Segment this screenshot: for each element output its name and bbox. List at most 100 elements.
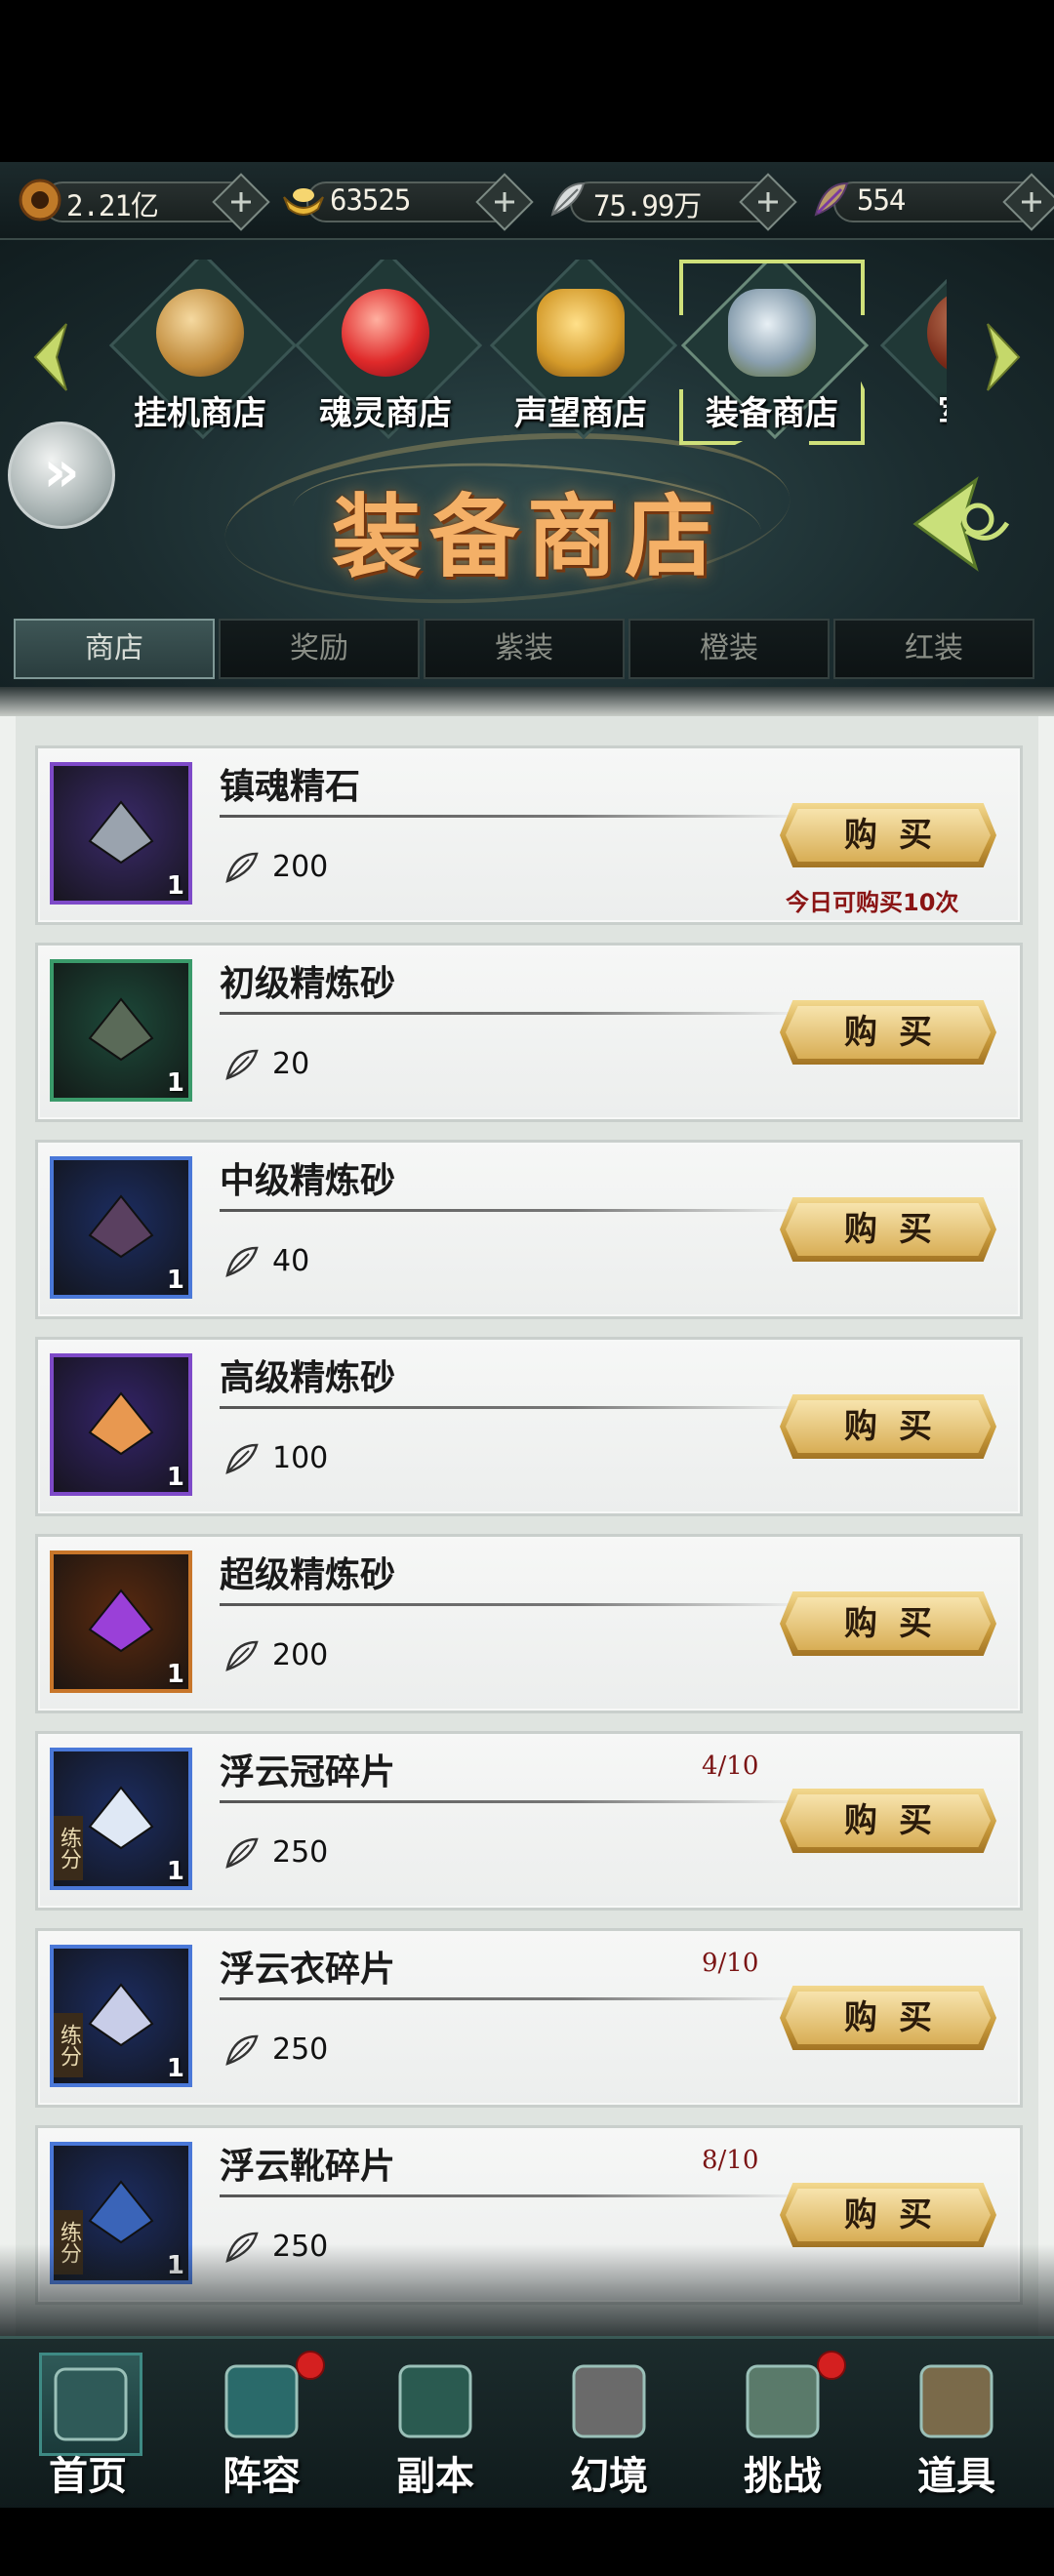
buy-button[interactable]: 购买: [780, 1394, 996, 1459]
shop-tab-reputation[interactable]: 声望商店: [488, 260, 678, 445]
tab-purple-gear[interactable]: 紫装: [424, 619, 625, 679]
shop-item-card: 1 高级精炼砂 100 购买: [35, 1337, 1023, 1516]
currency-copper: 2.21亿: [16, 173, 270, 231]
nav-label: 首页: [49, 2453, 127, 2499]
item-quantity: 1: [166, 1068, 184, 1098]
item-price: 200: [272, 1638, 329, 1672]
item-thumbnail[interactable]: 1: [50, 762, 192, 905]
silver-feather-icon: [225, 1837, 259, 1869]
fragment-progress: 4/10: [702, 1751, 759, 1781]
home-pavilion-icon: [39, 2353, 142, 2456]
status-bar-area: [0, 0, 1054, 162]
nav-label: 副本: [396, 2453, 474, 2499]
currency-gold: 63525: [279, 173, 534, 231]
shop-tab-equipment[interactable]: 装备商店: [679, 260, 870, 445]
item-icon: [88, 1786, 154, 1850]
shop-tab-strip: 挂机商店 魂灵商店 声望商店 装备商店 军团: [107, 260, 947, 445]
gold-ingot-icon: [283, 188, 324, 216]
tab-orange-gear[interactable]: 橙装: [628, 619, 830, 679]
item-quantity: 1: [166, 1857, 184, 1886]
item-price: 100: [272, 1441, 329, 1475]
copper-coin-icon: [19, 179, 61, 221]
divider: [220, 1012, 805, 1015]
dungeon-sword-icon: [398, 2364, 472, 2438]
nav-item[interactable]: 副本: [352, 2339, 518, 2511]
buy-button[interactable]: 购买: [780, 1789, 996, 1853]
jade-emblem-icon[interactable]: [908, 470, 1015, 578]
divider: [220, 1603, 805, 1606]
item-name: 浮云靴碎片: [220, 2146, 396, 2187]
item-price: 250: [272, 2033, 329, 2067]
scroll-left-arrow-icon[interactable]: [27, 318, 74, 396]
silver-feather-icon: [225, 1443, 259, 1474]
item-thumbnail[interactable]: 1: [50, 959, 192, 1102]
currency-value: 2.21亿: [66, 189, 159, 222]
item-name: 高级精炼砂: [220, 1357, 396, 1398]
item-quantity: 1: [166, 1463, 184, 1492]
shop-tab-legion[interactable]: 军团: [878, 260, 947, 445]
item-thumbnail[interactable]: 1: [50, 1156, 192, 1299]
silver-feather-icon: [225, 1246, 259, 1277]
nav-item[interactable]: 道具: [873, 2339, 1039, 2511]
scroll-right-arrow-icon[interactable]: [980, 318, 1027, 396]
shop-tab-idle[interactable]: 挂机商店: [107, 260, 298, 445]
tab-shop[interactable]: 商店: [14, 619, 215, 679]
nav-label: 道具: [917, 2453, 995, 2499]
divider: [220, 1406, 805, 1409]
item-price: 200: [272, 850, 329, 884]
nav-item[interactable]: 阵容: [179, 2339, 345, 2511]
idle-shop-icon: [156, 289, 244, 377]
silver-feather-icon: [225, 852, 259, 883]
tab-rewards[interactable]: 奖励: [219, 619, 420, 679]
item-thumbnail[interactable]: 1: [50, 1550, 192, 1693]
silver-feather-icon: [225, 1640, 259, 1671]
nav-item[interactable]: 首页: [5, 2339, 171, 2511]
item-quantity: 1: [166, 1266, 184, 1295]
shop-tab-soul[interactable]: 魂灵商店: [293, 260, 483, 445]
nav-label: 挑战: [744, 2453, 822, 2499]
list-fade-overlay: [0, 2244, 1054, 2342]
crossed-swords-icon: [572, 2364, 646, 2438]
notification-dot: [817, 2351, 846, 2380]
item-quantity: 1: [166, 1660, 184, 1689]
fragment-tag: 练分: [54, 1816, 83, 1880]
currency-silver: 75.99万: [543, 173, 797, 231]
item-quantity: 1: [166, 2054, 184, 2083]
item-name: 超级精炼砂: [220, 1554, 396, 1595]
shop-item-list[interactable]: 1 镇魂精石 200 购买 今日可购买10次 1 初级精炼砂 20 购买 1 中…: [0, 687, 1054, 2336]
buy-button[interactable]: 购买: [780, 1986, 996, 2050]
item-icon: [88, 1983, 154, 2047]
item-icon: [88, 1589, 154, 1653]
nav-item[interactable]: 幻境: [526, 2339, 692, 2511]
currency-value: 63525: [330, 183, 411, 217]
currency-value: 75.99万: [593, 189, 702, 222]
divider: [220, 815, 805, 818]
divider: [220, 1209, 805, 1212]
tab-red-gear[interactable]: 红装: [833, 619, 1034, 679]
item-name: 浮云衣碎片: [220, 1949, 396, 1990]
golden-crown-icon: [537, 289, 625, 377]
item-thumbnail[interactable]: 1 练分: [50, 1945, 192, 2087]
soul-orb-icon: [342, 289, 429, 377]
buy-button[interactable]: 购买: [780, 2183, 996, 2247]
silver-feather-icon: [225, 1049, 259, 1080]
item-name: 初级精炼砂: [220, 963, 396, 1004]
item-quantity: 1: [166, 871, 184, 901]
item-thumbnail[interactable]: 1: [50, 1353, 192, 1496]
item-icon: [88, 2180, 154, 2244]
purple-feather-icon: [814, 181, 849, 217]
buy-button[interactable]: 购买: [780, 1591, 996, 1656]
item-thumbnail[interactable]: 1 练分: [50, 1748, 192, 1890]
subtab-bar: 商店 奖励 紫装 橙装 红装: [14, 619, 1040, 679]
buy-button[interactable]: 购买: [780, 1000, 996, 1065]
item-name: 浮云冠碎片: [220, 1751, 396, 1792]
silver-feather-icon: [225, 2034, 259, 2066]
item-name: 中级精炼砂: [220, 1160, 396, 1201]
item-bag-icon: [919, 2364, 993, 2438]
nav-item[interactable]: 挑战: [700, 2339, 866, 2511]
buy-button[interactable]: 购买: [780, 803, 996, 867]
item-icon: [88, 997, 154, 1062]
shop-item-card: 1 练分 浮云冠碎片 250 购买 4/10: [35, 1731, 1023, 1911]
silver-feather-icon: [550, 181, 586, 217]
buy-button[interactable]: 购买: [780, 1197, 996, 1262]
